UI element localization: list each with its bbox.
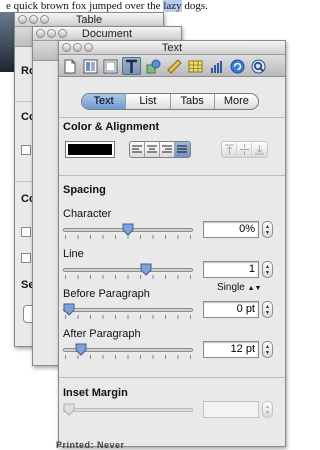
popup-arrows-icon: ▲▼ [247,285,262,292]
zoom-button[interactable] [84,43,93,52]
text-window-titlebar[interactable]: Text [59,41,285,55]
graphic-icon[interactable] [144,57,162,75]
document-icon[interactable] [61,57,79,75]
text-icon[interactable] [122,57,141,75]
line-slider[interactable] [63,268,193,272]
tab-more[interactable]: More [215,94,258,109]
close-button[interactable] [62,43,71,52]
inset-margin-slider-thumb[interactable] [63,403,75,416]
before-paragraph-slider-thumb[interactable] [63,303,75,316]
after-paragraph-label: After Paragraph [63,328,141,340]
checkbox[interactable] [21,253,31,263]
align-bottom-icon[interactable] [252,142,267,157]
tab-tabs[interactable]: Tabs [171,94,215,109]
close-button[interactable] [18,15,27,24]
line-stepper[interactable]: ▲ ▼ [262,261,273,278]
align-middle-icon[interactable] [237,142,252,157]
before-paragraph-slider[interactable] [63,308,193,312]
before-paragraph-label: Before Paragraph [63,288,150,300]
before-paragraph-stepper[interactable]: ▲ ▼ [262,301,273,318]
divider [59,377,285,378]
after-paragraph-value-field[interactable]: 12 pt [203,341,259,358]
minimize-button[interactable] [73,43,82,52]
minimize-button[interactable] [47,29,56,38]
doc-text-after: dogs. [181,0,208,12]
doc-text-highlight: lazy [163,0,182,12]
table-icon[interactable] [186,57,204,75]
spacing-header: Spacing [63,184,106,196]
justify-icon[interactable] [175,142,190,157]
line-slider-thumb[interactable] [140,263,152,276]
tab-text[interactable]: Text [82,94,127,109]
inset-margin-value-field[interactable] [203,401,259,418]
checkbox[interactable] [21,145,31,155]
zoom-button[interactable] [40,15,49,24]
after-paragraph-slider-thumb[interactable] [75,343,87,356]
window-title: Table [75,14,103,26]
align-right-icon[interactable] [160,142,175,157]
slider-ticks [65,315,191,319]
layout-icon[interactable] [81,57,99,75]
minimize-button[interactable] [29,15,38,24]
before-paragraph-value-field[interactable]: 0 pt [203,301,259,318]
checkbox[interactable] [21,227,31,237]
align-left-icon[interactable] [130,142,145,157]
character-value-field[interactable]: 0% [203,221,259,238]
character-label: Character [63,208,112,220]
inset-margin-stepper[interactable]: ▲ ▼ [262,401,273,418]
text-tab-bar: Text List Tabs More [81,93,259,110]
divider [59,117,285,118]
vertical-alignment-group [221,141,268,158]
line-mode-label: Single [217,282,245,293]
close-button[interactable] [36,29,45,38]
character-slider-thumb[interactable] [122,223,134,236]
divider [59,175,285,176]
inset-margin-header: Inset Margin [63,387,128,399]
document-window-titlebar[interactable]: Document [33,27,181,41]
align-top-icon[interactable] [222,142,237,157]
after-paragraph-stepper[interactable]: ▲ ▼ [262,341,273,358]
text-color-well[interactable] [65,141,115,158]
quicktime-icon[interactable] [249,57,267,75]
links-icon[interactable] [228,57,246,75]
doc-text-before: e quick brown fox jumped over the [6,0,161,12]
ruler-icon[interactable] [165,57,183,75]
align-center-icon[interactable] [145,142,160,157]
line-spacing-mode-popup[interactable]: Single ▲▼ [217,282,261,293]
character-stepper[interactable]: ▲ ▼ [262,221,273,238]
color-alignment-header: Color & Alignment [63,121,160,133]
slider-ticks [65,275,191,279]
zoom-button[interactable] [58,29,67,38]
behind-window-status-text: Printed: Never [56,440,125,450]
chart-icon[interactable] [207,57,225,75]
window-title: Text [161,42,183,54]
layout-icon[interactable] [101,57,119,75]
inset-margin-slider[interactable] [63,408,193,412]
color-swatch [68,144,112,155]
inspector-toolbar [59,55,285,77]
tab-list[interactable]: List [126,94,171,109]
line-value-field[interactable]: 1 [203,261,259,278]
window-title: Document [81,28,133,40]
horizontal-alignment-group [129,141,191,158]
text-inspector-window: Text Text List Tabs More Color & Alignme… [58,40,286,447]
line-label: Line [63,248,84,260]
table-window-titlebar[interactable]: Table [15,13,163,27]
